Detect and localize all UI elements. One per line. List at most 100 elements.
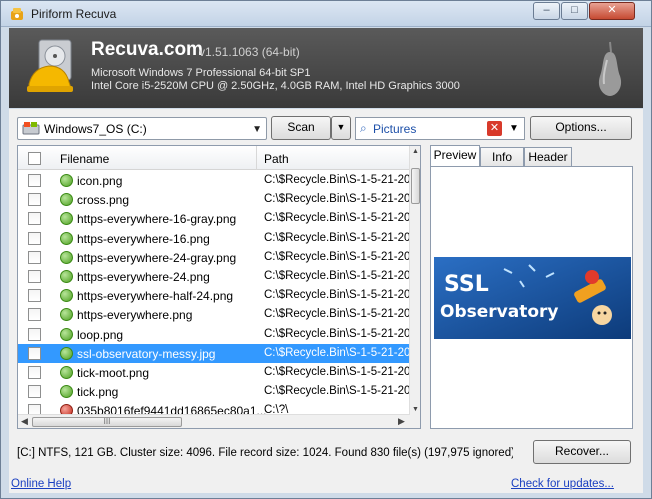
preview-image-text-observatory: Observatory — [440, 302, 558, 322]
column-header-filename[interactable]: Filename — [60, 152, 109, 166]
check-updates-link[interactable]: Check for updates... — [511, 478, 614, 490]
table-row[interactable]: tick.png C:\$Recycle.Bin\S-1-5-21-20 — [18, 382, 410, 401]
row-checkbox[interactable] — [28, 250, 41, 264]
table-row[interactable]: icon.png C:\$Recycle.Bin\S-1-5-21-20 — [18, 171, 410, 190]
options-button[interactable]: Options... — [530, 116, 632, 140]
horizontal-scrollbar[interactable]: ◀ III ▶ — [18, 414, 410, 428]
recovery-state-icon — [60, 365, 73, 379]
row-filename: tick-moot.png — [77, 365, 150, 380]
table-row[interactable]: loop.png C:\$Recycle.Bin\S-1-5-21-20 — [18, 325, 410, 344]
row-path: C:\$Recycle.Bin\S-1-5-21-20 — [264, 346, 410, 359]
preview-panel: SSL Observatory — [430, 166, 633, 429]
vertical-scroll-thumb[interactable] — [411, 168, 420, 204]
recovery-state-icon — [60, 250, 73, 264]
file-rows: icon.png C:\$Recycle.Bin\S-1-5-21-20 cross… — [18, 171, 410, 420]
recuva-window: Piriform Recuva – □ ✕ Recuva.com v1.51.1… — [0, 0, 652, 499]
preview-tabs: Preview Info Header — [430, 145, 633, 168]
row-path: C:\$Recycle.Bin\S-1-5-21-20 — [264, 231, 410, 244]
row-path: C:\$Recycle.Bin\S-1-5-21-20 — [264, 385, 410, 398]
recovery-state-icon — [60, 385, 73, 399]
recovery-state-icon — [60, 346, 73, 360]
column-divider[interactable] — [256, 146, 257, 170]
list-header: Filename Path — [18, 146, 410, 170]
row-checkbox[interactable] — [28, 212, 41, 226]
table-row[interactable]: https-everywhere-24.png C:\$Recycle.Bin\S… — [18, 267, 410, 286]
row-filename: icon.png — [77, 174, 123, 188]
row-checkbox[interactable] — [28, 231, 41, 245]
app-name: Recuva.com — [91, 39, 203, 60]
recovery-state-icon — [60, 308, 73, 322]
row-filename: loop.png — [77, 327, 124, 342]
row-checkbox[interactable] — [28, 346, 41, 360]
maximize-button[interactable]: □ — [561, 2, 588, 20]
table-row[interactable]: ssl-observatory-messy.jpg C:\$Recycle.Bin… — [18, 343, 410, 363]
status-text: [C:] NTFS, 121 GB. Cluster size: 4096. F… — [17, 447, 513, 459]
column-header-path[interactable]: Path — [264, 152, 289, 166]
recovery-state-icon — [60, 269, 73, 283]
recovery-state-icon — [60, 327, 73, 341]
scroll-left-icon[interactable]: ◀ — [21, 416, 28, 427]
row-path: C:\$Recycle.Bin\S-1-5-21-20 — [264, 212, 410, 225]
row-filename: cross.png — [77, 193, 130, 208]
row-checkbox[interactable] — [28, 193, 41, 207]
online-help-link[interactable]: Online Help — [11, 478, 71, 490]
tab-info[interactable]: Info — [480, 147, 524, 167]
drive-select-value: Windows7_OS (C:) — [44, 122, 147, 136]
table-row[interactable]: tick-moot.png C:\$Recycle.Bin\S-1-5-21-20 — [18, 363, 410, 382]
search-filter-icon: ⌕ — [360, 121, 367, 135]
file-list[interactable]: Filename Path icon.png C:\$Recycle.Bin\S-… — [17, 145, 421, 429]
table-row[interactable]: https-everywhere-half-24.png C:\$Recycle.… — [18, 286, 410, 305]
tab-preview[interactable]: Preview — [430, 145, 480, 168]
recovery-state-icon — [60, 231, 73, 245]
recover-button[interactable]: Recover... — [533, 440, 631, 464]
row-filename: https-everywhere-24-gray.png — [77, 250, 237, 265]
row-filename: tick.png — [77, 385, 119, 400]
file-type-filter[interactable]: ⌕ Pictures ✕ ▼ — [355, 117, 525, 140]
row-path: C:\$Recycle.Bin\S-1-5-21-20 — [264, 174, 410, 186]
row-checkbox[interactable] — [28, 327, 41, 341]
row-filename: ssl-observatory-messy.jpg — [77, 346, 216, 361]
main-panel: Windows7_OS (C:) ▼ Scan ▼ ⌕ Pictures ✕ ▼… — [9, 109, 643, 493]
recovery-state-icon — [60, 174, 73, 187]
filter-dropdown-icon[interactable]: ▼ — [509, 123, 519, 134]
scroll-up-icon[interactable]: ▲ — [412, 148, 419, 155]
chevron-down-icon: ▼ — [252, 124, 262, 135]
row-checkbox[interactable] — [28, 308, 41, 322]
row-path: C:\$Recycle.Bin\S-1-5-21-20 — [264, 327, 410, 340]
scroll-down-icon[interactable]: ▼ — [412, 406, 419, 413]
table-row[interactable]: cross.png C:\$Recycle.Bin\S-1-5-21-20 — [18, 190, 410, 209]
drive-select[interactable]: Windows7_OS (C:) ▼ — [17, 117, 267, 140]
tab-header[interactable]: Header — [524, 147, 572, 167]
row-checkbox[interactable] — [28, 289, 41, 303]
row-checkbox[interactable] — [28, 269, 41, 283]
row-filename: https-everywhere-16-gray.png — [77, 212, 237, 227]
table-row[interactable]: https-everywhere-16.png C:\$Recycle.Bin\S… — [18, 229, 410, 248]
clear-filter-icon[interactable]: ✕ — [487, 121, 502, 136]
table-row[interactable]: https-everywhere-16-gray.png C:\$Recycle.… — [18, 209, 410, 228]
scan-dropdown-button[interactable]: ▼ — [331, 116, 351, 140]
app-version: v1.51.1063 (64-bit) — [199, 45, 300, 59]
row-path: C:\$Recycle.Bin\S-1-5-21-20 — [264, 289, 410, 302]
horizontal-scroll-thumb[interactable]: III — [32, 417, 182, 427]
row-filename: https-everywhere-16.png — [77, 231, 210, 246]
scroll-right-icon[interactable]: ▶ — [398, 416, 405, 427]
drive-icon — [22, 122, 40, 135]
row-path: C:\$Recycle.Bin\S-1-5-21-20 — [264, 193, 410, 206]
table-row[interactable]: https-everywhere-24-gray.png C:\$Recycle.… — [18, 248, 410, 267]
row-checkbox[interactable] — [28, 385, 41, 399]
scan-button[interactable]: Scan — [271, 116, 331, 140]
recovery-state-icon — [60, 289, 73, 303]
app-header: Recuva.com v1.51.1063 (64-bit) Microsoft… — [9, 28, 643, 108]
hardware-info: Intel Core i5-2520M CPU @ 2.50GHz, 4.0GB… — [91, 80, 460, 92]
row-checkbox[interactable] — [28, 174, 41, 187]
row-checkbox[interactable] — [28, 365, 41, 379]
preview-image-text-ssl: SSL — [444, 272, 489, 297]
close-button[interactable]: ✕ — [589, 2, 635, 20]
table-row[interactable]: https-everywhere.png C:\$Recycle.Bin\S-1-… — [18, 305, 410, 324]
window-title: Piriform Recuva — [31, 7, 117, 21]
recuva-app-icon — [11, 8, 23, 20]
select-all-checkbox[interactable] — [28, 152, 41, 165]
title-bar[interactable]: Piriform Recuva – □ ✕ — [1, 1, 651, 27]
vertical-scrollbar[interactable]: ▲ ▼ — [409, 146, 420, 428]
minimize-button[interactable]: – — [533, 2, 560, 20]
